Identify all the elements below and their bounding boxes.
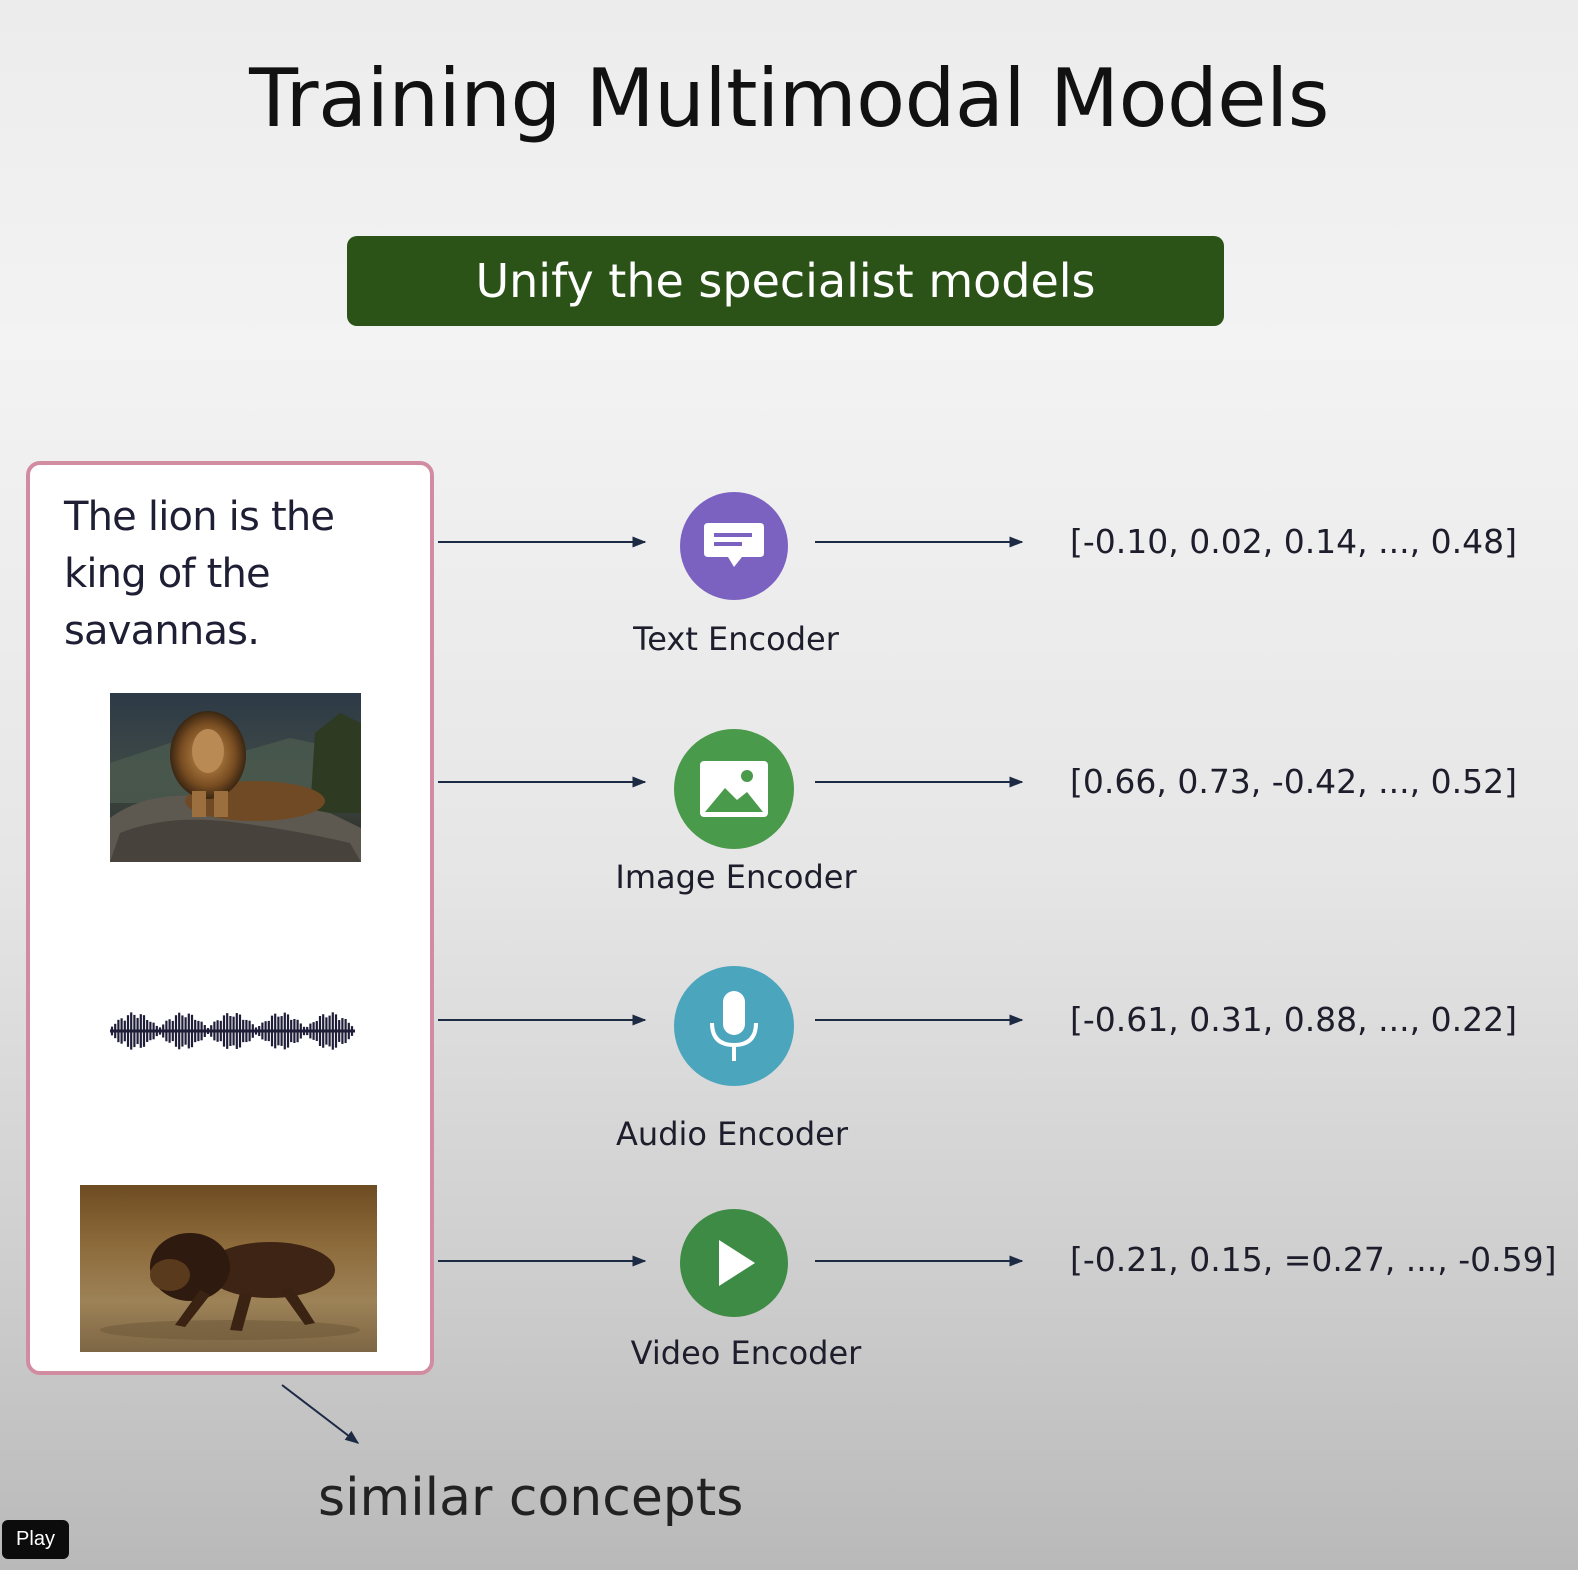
play-icon [719, 1240, 755, 1286]
audio-embedding-vector: [-0.61, 0.31, 0.88, ..., 0.22] [1070, 1000, 1517, 1039]
microphone-icon [710, 991, 758, 1061]
audio-encoder-icon [674, 966, 794, 1086]
video-encoder-icon [680, 1209, 788, 1317]
image-encoder-icon [674, 729, 794, 849]
image-embedding-vector: [0.66, 0.73, -0.42, ..., 0.52] [1070, 762, 1517, 801]
image-encoder-label: Image Encoder [615, 858, 857, 896]
video-encoder-label: Video Encoder [630, 1334, 862, 1372]
text-encoder-icon [680, 492, 788, 600]
text-embedding-vector: [-0.10, 0.02, 0.14, ..., 0.48] [1070, 522, 1517, 561]
chat-message-icon [704, 523, 764, 567]
similar-concepts-caption: similar concepts [318, 1468, 744, 1528]
play-button[interactable]: Play [2, 1520, 69, 1559]
arrow-to-similar-concepts [281, 1384, 360, 1444]
video-embedding-vector: [-0.21, 0.15, =0.27, ..., -0.59] [1070, 1240, 1557, 1279]
audio-encoder-label: Audio Encoder [616, 1115, 848, 1153]
image-icon [700, 761, 768, 817]
text-encoder-label: Text Encoder [633, 620, 839, 658]
